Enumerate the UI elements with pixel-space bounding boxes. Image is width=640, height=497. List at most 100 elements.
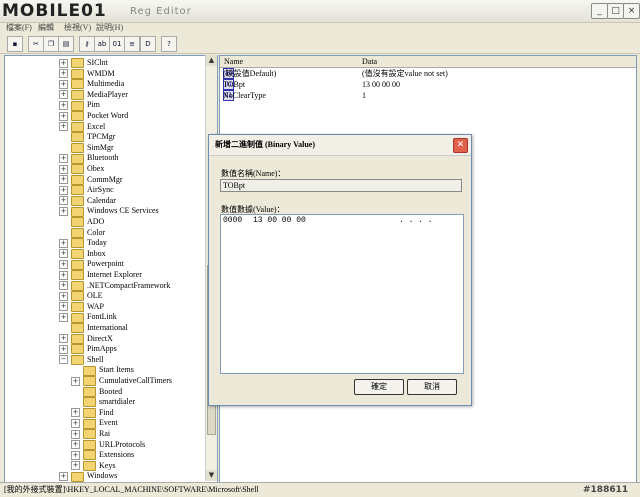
tree-item[interactable]: + .NETCompactFramework <box>59 280 170 291</box>
new-dword-icon[interactable]: D <box>140 36 156 52</box>
menu-edit[interactable]: 編輯 <box>38 22 54 33</box>
expand-toggle-icon[interactable]: + <box>59 185 68 195</box>
expand-toggle-icon[interactable]: + <box>59 111 68 121</box>
tree-item[interactable]: + Windows CE Services <box>59 205 159 217</box>
expand-toggle-icon[interactable]: + <box>59 302 68 312</box>
tree-item[interactable]: + PimApps <box>59 343 117 355</box>
tree-item[interactable]: + Today <box>59 237 107 249</box>
dialog-close-icon[interactable]: ✕ <box>453 138 468 153</box>
list-item[interactable]: 01 NoClearType 1 <box>220 90 636 101</box>
new-multistring-icon[interactable]: ≡ <box>124 36 140 52</box>
expand-toggle-icon[interactable]: + <box>59 175 68 185</box>
tree-item[interactable]: + SIClnt <box>59 57 108 69</box>
scroll-up-icon[interactable]: ▲ <box>206 55 217 66</box>
tree-item[interactable]: Color <box>59 227 105 238</box>
list-item[interactable]: ab (缺設值Default) (值沒有設定value not set) <box>220 68 636 79</box>
tree-item[interactable]: + URLProtocols <box>71 439 145 450</box>
tree-item[interactable]: + AirSync <box>59 184 114 196</box>
name-field[interactable]: TOBpt <box>220 179 462 192</box>
column-name-header[interactable]: Name <box>224 56 243 67</box>
tree-item[interactable]: + Pim <box>59 99 100 111</box>
expand-toggle-icon[interactable]: + <box>59 69 68 79</box>
tree-item[interactable]: + FontLink <box>59 311 117 323</box>
expand-toggle-icon[interactable]: + <box>59 164 68 174</box>
close-window-button[interactable]: × <box>623 3 640 19</box>
tree-item[interactable]: SimMgr <box>59 142 114 153</box>
save-icon[interactable]: ▪ <box>7 36 23 52</box>
expand-toggle-icon[interactable]: + <box>71 440 80 450</box>
tree-item[interactable]: + CumulativeCallTimers <box>71 375 172 387</box>
expand-toggle-icon[interactable]: + <box>71 429 80 439</box>
tree-item[interactable]: Booted <box>71 386 122 397</box>
expand-toggle-icon[interactable]: + <box>59 58 68 68</box>
list-item[interactable]: 01 TOBpt 13 00 00 00 <box>220 79 636 90</box>
help-icon[interactable]: ? <box>161 36 177 52</box>
expand-toggle-icon[interactable]: + <box>59 249 68 259</box>
expand-toggle-icon[interactable]: − <box>59 355 68 365</box>
tree-item[interactable]: + Event <box>71 417 118 429</box>
expand-toggle-icon[interactable]: + <box>59 313 68 323</box>
cut-icon[interactable]: ✂ <box>28 36 44 52</box>
expand-toggle-icon[interactable]: + <box>59 281 68 291</box>
tree-item[interactable]: ADO <box>59 216 104 228</box>
expand-toggle-icon[interactable]: + <box>59 344 68 354</box>
menu-help[interactable]: 說明(H) <box>96 22 123 33</box>
tree-item[interactable]: smartdialer <box>71 396 135 408</box>
tree-item[interactable]: − Shell <box>59 354 103 365</box>
tree-item[interactable]: + Bluetooth <box>59 152 119 164</box>
tree-item[interactable]: Start Items <box>71 364 134 376</box>
expand-toggle-icon[interactable]: + <box>59 334 68 344</box>
tree-item[interactable]: + DirectX <box>59 333 113 344</box>
tree-item[interactable]: + Inbox <box>59 248 106 259</box>
tree-item[interactable]: + Obex <box>59 163 104 175</box>
expand-toggle-icon[interactable]: + <box>59 90 68 100</box>
tree-item[interactable]: + Calendar <box>59 195 116 206</box>
expand-toggle-icon[interactable]: + <box>59 79 68 89</box>
menu-file[interactable]: 檔案(F) <box>6 22 32 33</box>
tree-item[interactable]: + Excel <box>59 121 105 132</box>
expand-toggle-icon[interactable]: + <box>59 238 68 248</box>
expand-toggle-icon[interactable]: + <box>71 461 80 471</box>
menu-view[interactable]: 檢視(V) <box>64 22 91 33</box>
new-string-icon[interactable]: ab <box>94 36 110 52</box>
tree-item[interactable]: TPCMgr <box>59 131 115 143</box>
minimize-button[interactable]: _ <box>591 3 608 19</box>
value-data-editor[interactable]: 0000 13 00 00 00 . . . . <box>220 214 464 374</box>
tree-item[interactable]: + OLE <box>59 290 103 302</box>
expand-toggle-icon[interactable]: + <box>59 122 68 132</box>
tree-item[interactable]: + Find <box>71 407 114 418</box>
expand-toggle-icon[interactable]: + <box>71 408 80 418</box>
column-data-header[interactable]: Data <box>362 56 377 67</box>
registry-tree[interactable]: + SIClnt + WMDM + Multimedia + MediaPlayer + Pim +… <box>4 55 218 483</box>
tree-item[interactable]: + Pocket Word <box>59 110 128 122</box>
paste-icon[interactable]: ▤ <box>58 36 74 52</box>
tree-item[interactable]: + CommMgr <box>59 174 123 185</box>
expand-toggle-icon[interactable]: + <box>59 472 68 482</box>
expand-toggle-icon[interactable]: + <box>59 260 68 270</box>
tree-item[interactable]: + Multimedia <box>59 78 124 90</box>
tree-item[interactable]: International <box>59 322 128 334</box>
tree-item[interactable]: + Internet Explorer <box>59 269 142 281</box>
expand-toggle-icon[interactable]: + <box>71 376 80 386</box>
new-key-icon[interactable]: ⚷ <box>79 36 95 52</box>
tree-item[interactable]: + WMDM <box>59 68 115 79</box>
expand-toggle-icon[interactable]: + <box>59 101 68 111</box>
ok-button[interactable]: 確定 <box>354 379 404 395</box>
tree-item[interactable]: + Extensions <box>71 449 134 461</box>
tree-item[interactable]: + Powerpoint <box>59 258 124 270</box>
maximize-button[interactable]: □ <box>607 3 624 19</box>
expand-toggle-icon[interactable]: + <box>59 270 68 280</box>
copy-icon[interactable]: ❐ <box>43 36 59 52</box>
new-binary-icon[interactable]: 01 <box>109 36 125 52</box>
tree-item[interactable]: + Windows <box>59 470 117 482</box>
tree-item[interactable]: + WAP <box>59 301 104 312</box>
tree-item[interactable]: + MediaPlayer <box>59 89 128 100</box>
expand-toggle-icon[interactable]: + <box>59 154 68 164</box>
expand-toggle-icon[interactable]: + <box>71 450 80 460</box>
cancel-button[interactable]: 取消 <box>407 379 457 395</box>
expand-toggle-icon[interactable]: + <box>59 207 68 217</box>
expand-toggle-icon[interactable]: + <box>59 291 68 301</box>
tree-item[interactable]: + Keys <box>71 460 115 471</box>
expand-toggle-icon[interactable]: + <box>59 196 68 206</box>
tree-item[interactable]: + Rai <box>71 428 110 440</box>
